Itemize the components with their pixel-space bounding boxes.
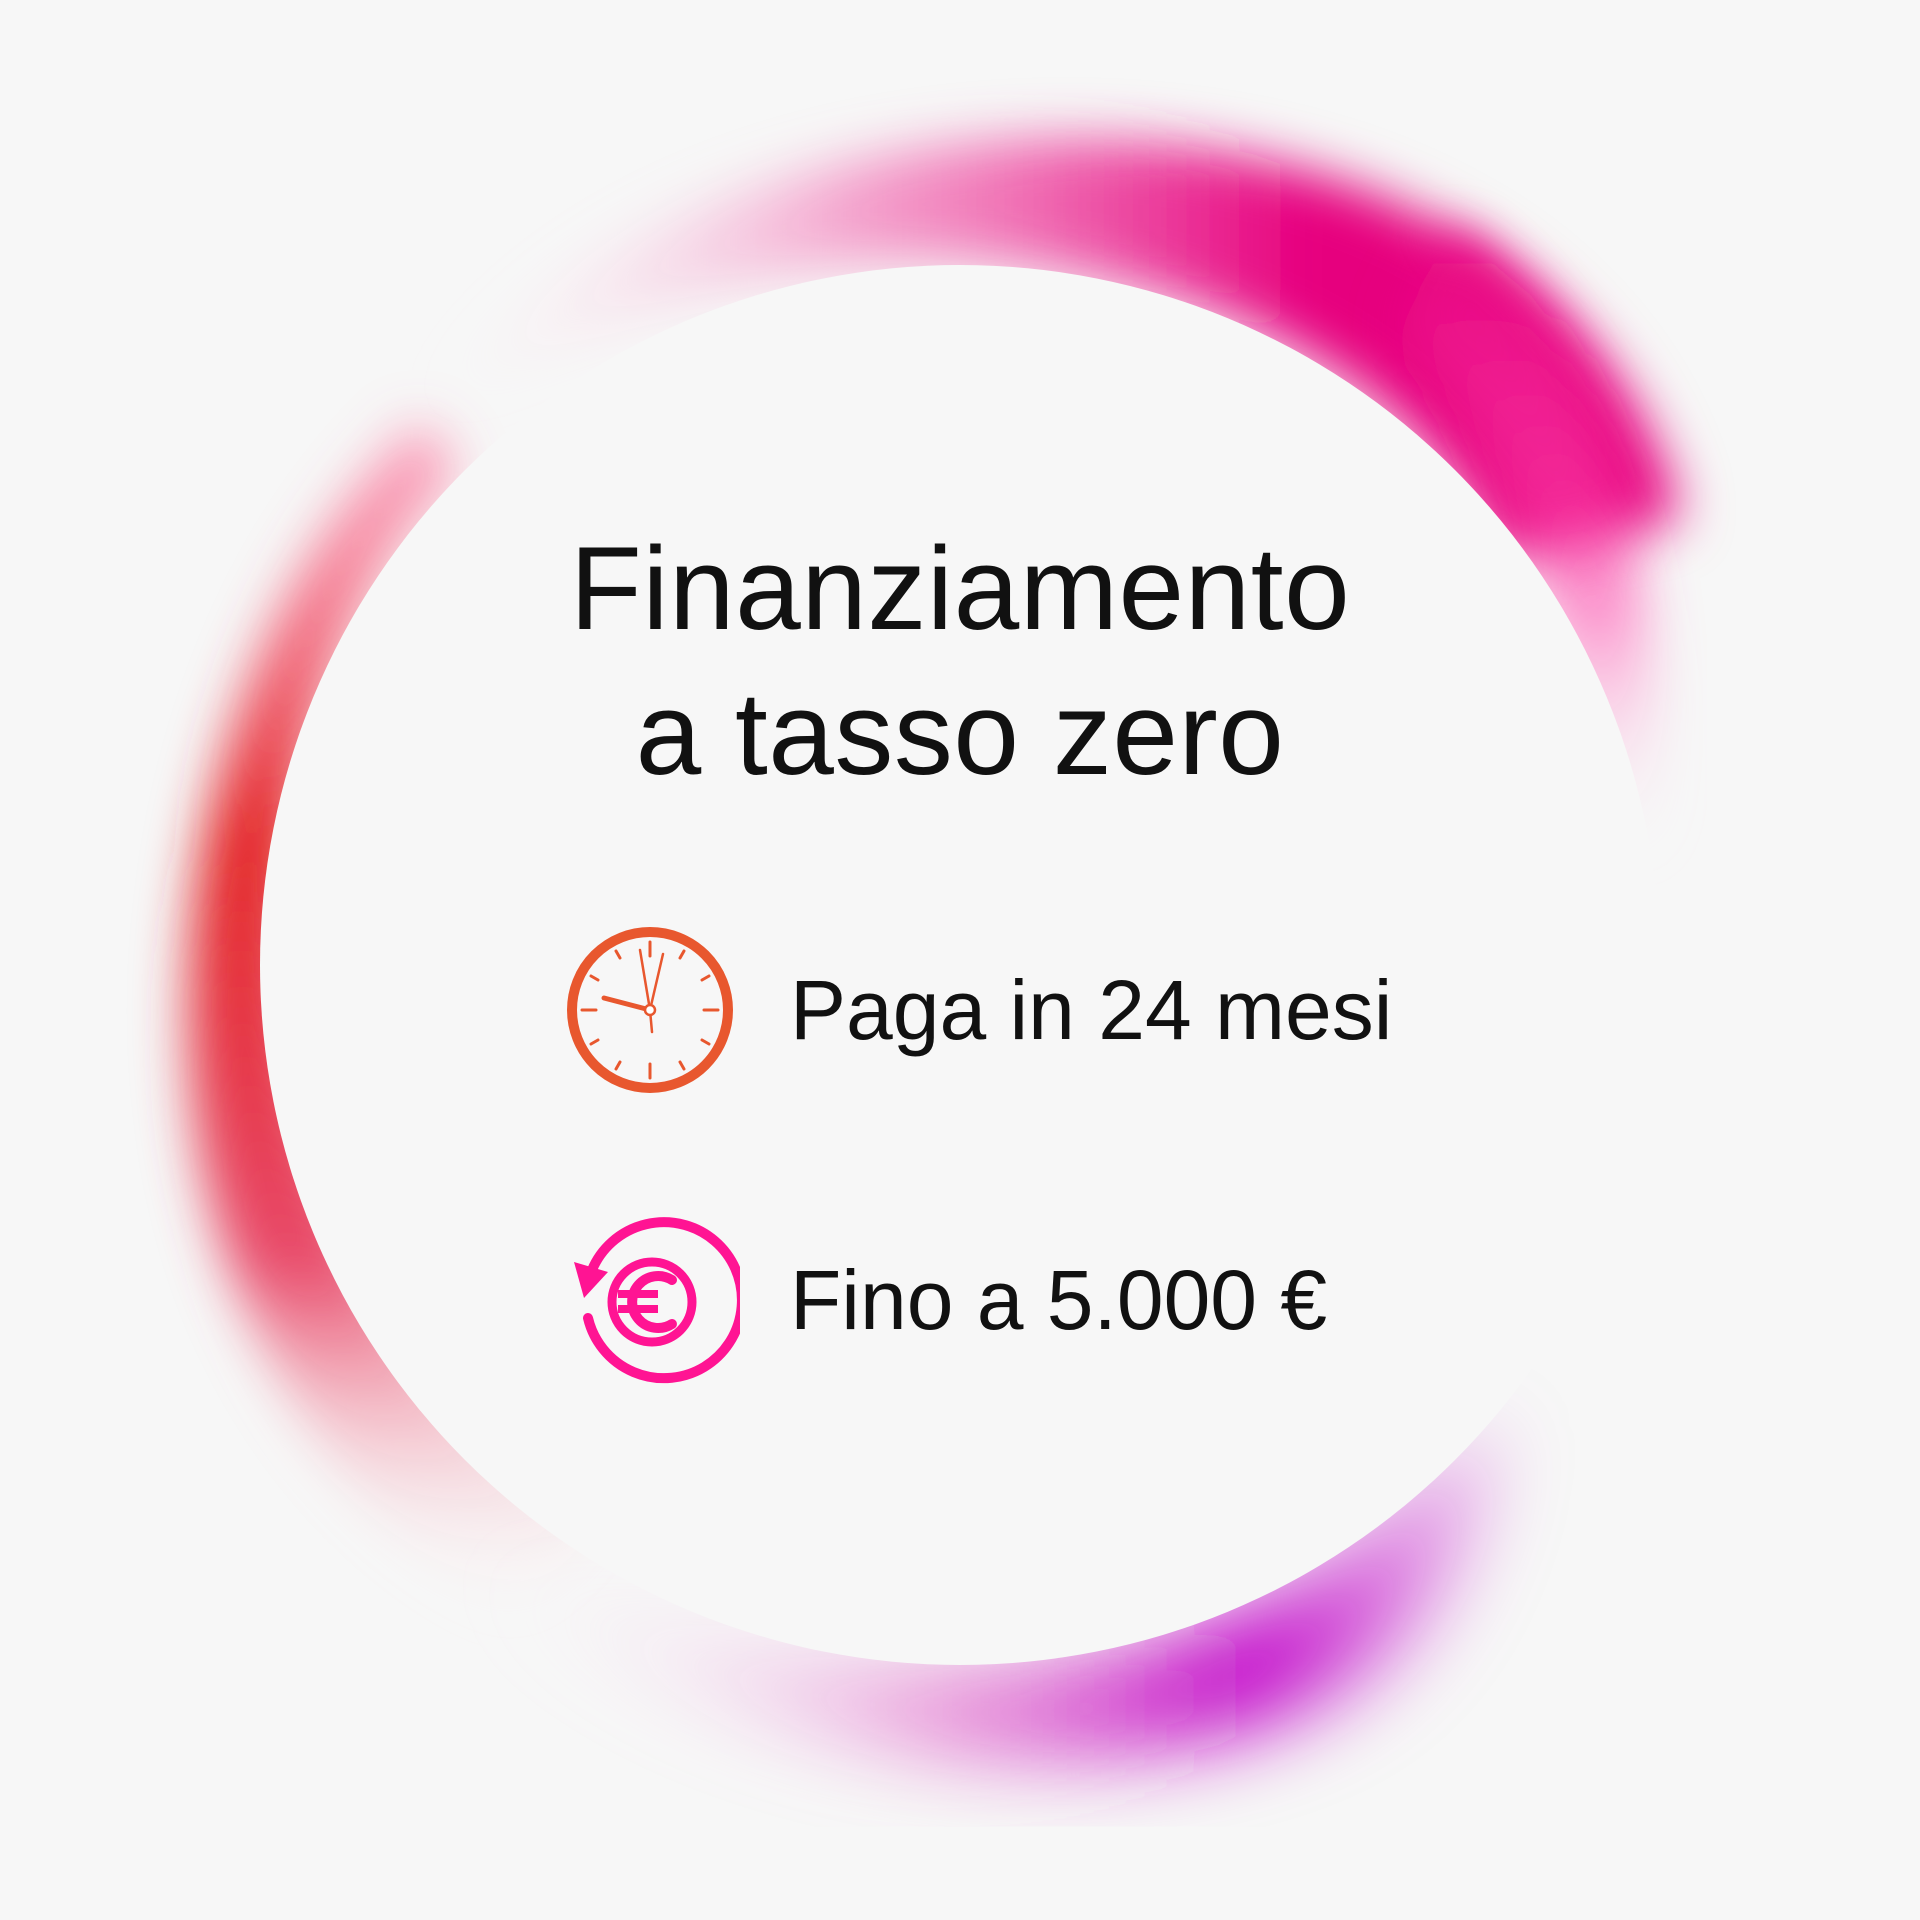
feature-duration: Paga in 24 mesi xyxy=(560,920,1392,1100)
title-line-1: Finanziamento xyxy=(569,523,1351,655)
feature-amount: Fino a 5.000 € xyxy=(560,1210,1327,1390)
promo-card: Finanziamento a tasso zero Paga in 24 me… xyxy=(0,0,1920,1920)
euro-cycle-icon xyxy=(574,1217,740,1384)
feature-duration-label: Paga in 24 mesi xyxy=(790,963,1393,1057)
clock-icon xyxy=(567,927,733,1093)
title-line-2: a tasso zero xyxy=(635,668,1285,800)
feature-amount-label: Fino a 5.000 € xyxy=(790,1253,1328,1347)
